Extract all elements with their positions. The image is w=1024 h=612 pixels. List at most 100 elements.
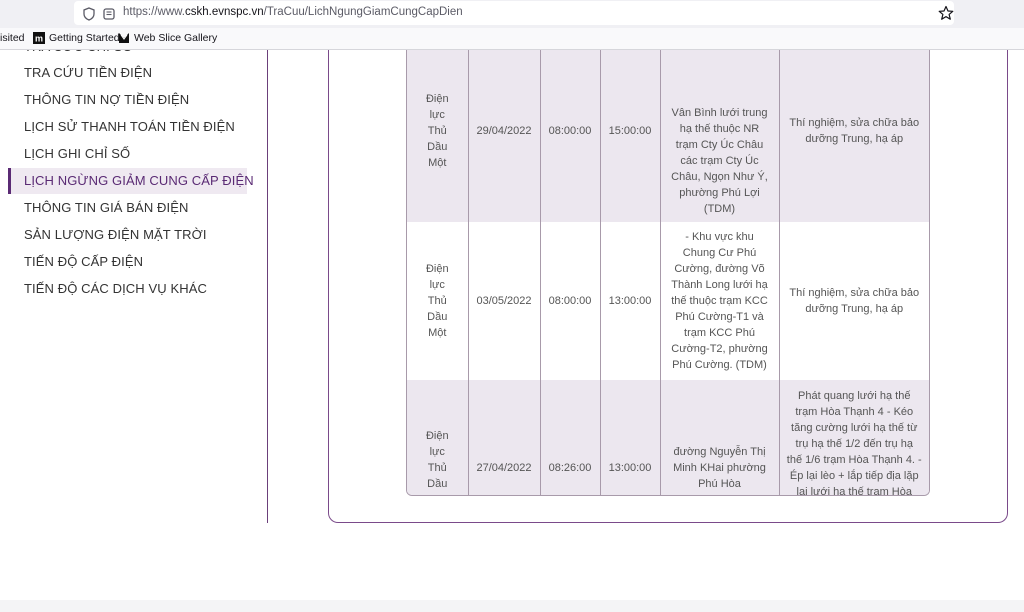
cell-area: Vân Bình lưới trung hạ thế thuộc NR trạm C… (659, 50, 779, 222)
url-path: /TraCuu/LichNgungGiamCungCapDien (263, 6, 463, 18)
sidebar-item-tien-do-dich-vu[interactable]: TIẾN ĐỘ CÁC DỊCH VỤ KHÁC (8, 276, 247, 302)
url-text[interactable]: https://www.cskh.evnspc.vn/TraCuu/LichNg… (123, 6, 463, 18)
cell-date: 29/04/2022 (467, 50, 540, 222)
cell-line: Thủ (427, 125, 447, 137)
cell-line: phường Phú Lợi (679, 187, 760, 199)
cell-line: Một (428, 327, 447, 339)
sidebar-item-tien-do-cap-dien[interactable]: TIẾN ĐỘ CẤP ĐIỆN (8, 249, 247, 275)
cell-line: Điện (425, 429, 449, 442)
cell-end-time: 13:00:00 (599, 380, 660, 495)
multiline: Vân Bình lưới trung hạ thế thuộc NR trạm C… (667, 105, 773, 217)
sidebar-item-dien-mat-troi[interactable]: SẢN LƯỢNG ĐIỆN MẶT TRỜI (8, 222, 247, 248)
cell-line: Cường-T2, phường (671, 343, 768, 355)
url-prefix: https://www. (123, 6, 185, 18)
cell-line: trụ hạ thế 1/2 đến trụ hạ (795, 437, 913, 450)
cell-area: đường Nguyễn Thị Minh KHai phường Phú Hòa (659, 380, 779, 495)
multiline: - Khu vực khu Chung Cư Phú Cường, đường Võ… (667, 229, 773, 373)
cell-line: Châu, Ngọn Như Ý, (671, 171, 768, 183)
multiline: Phát quang lưới hạ thế trạm Hòa Thạnh 4 -… (786, 388, 924, 496)
browser-toolbar: https://www.cskh.evnspc.vn/TraCuu/LichNg… (0, 0, 1024, 28)
bookmark-star-icon[interactable] (938, 5, 954, 21)
cell-line: dưỡng Trung, hạ áp (805, 303, 904, 315)
shield-icon[interactable] (82, 7, 96, 21)
multiline: Điện lực Thủ Dầu Một (413, 91, 462, 171)
footer-band (0, 600, 1024, 612)
cell-line: Điện (425, 263, 449, 275)
multiline: Thí nghiệm, sửa chữa bảo dưỡng Trung, hạ … (786, 285, 924, 317)
cell-line: Thí nghiệm, sửa chữa bảo (789, 117, 920, 129)
sidebar-item-tra-cuu-chi-so[interactable]: TRA CỨU CHỈ SỐ (8, 50, 247, 60)
bookmark-label: Web Slice Gallery (134, 32, 218, 44)
sidebar-item-gia-ban-dien[interactable]: THÔNG TIN GIÁ BÁN ĐIỆN (8, 195, 247, 221)
multiline: Điện lực Thủ Dầu Một (413, 428, 462, 496)
cell-line: Phát quang lưới hạ thế (798, 389, 911, 402)
outage-schedule-table: Điện lực Thủ Dầu Một 29/04/2022 08:00:00 15:… (406, 50, 930, 496)
mdn-logo-icon: m (33, 32, 45, 44)
cell-line: Một (428, 157, 447, 169)
cell-line: Vân Bình lưới trung (671, 107, 768, 119)
cell-start-time: 08:00:00 (539, 50, 600, 222)
cell-line: Ép lại lèo + lắp tiếp địa lặp (789, 469, 919, 482)
cell-line: - Khu vực khu (685, 231, 754, 243)
cell-line: Thành Long lưới hạ (671, 279, 768, 291)
cell-reason: Thí nghiệm, sửa chữa bảo dưỡng Trung, hạ … (778, 222, 929, 380)
cell-line: (TDM) (703, 203, 736, 215)
web-slice-icon (119, 33, 129, 43)
cell-line: hạ thế thuộc NR (679, 123, 760, 135)
cell-start-time: 08:00:00 (539, 222, 600, 380)
cell-line: lại lưới hạ thế trạm Hòa (796, 485, 912, 496)
cell-line: Phú Cường. (TDM) (672, 359, 767, 371)
table-row: Điện lực Thủ Dầu Một 29/04/2022 08:00:00 15:… (407, 50, 929, 222)
cell-line: Thủ (427, 295, 447, 307)
cell-unit: Điện lực Thủ Dầu Một (407, 50, 468, 222)
table-row: Điện lực Thủ Dầu Một 03/05/2022 08:00:00 13:… (407, 222, 929, 380)
sidebar-item-lich-su-thanh-toan[interactable]: LỊCH SỬ THANH TOÁN TIỀN ĐIỆN (8, 114, 247, 140)
bookmark-most-visited[interactable]: isited (0, 32, 25, 44)
cell-line: đường Nguyễn Thị (673, 445, 766, 458)
cell-reason: Phát quang lưới hạ thế trạm Hòa Thạnh 4 -… (778, 380, 929, 496)
cell-line: dưỡng Trung, hạ áp (805, 133, 904, 145)
cell-date: 27/04/2022 (467, 380, 540, 495)
cell-unit: Điện lực Thủ Dầu Một (407, 222, 468, 380)
cell-line: các trạm Cty Úc (680, 155, 759, 167)
cell-line: Phú Cường-T1 và (675, 311, 764, 323)
multiline: Điện lực Thủ Dầu Một (413, 261, 462, 341)
cell-end-time: 13:00:00 (599, 222, 660, 380)
cell-line: Cường, đường Võ (674, 263, 765, 275)
multiline: Thí nghiệm, sửa chữa bảo dưỡng Trung, hạ … (786, 115, 924, 147)
url-host: cskh.evnspc.vn (185, 6, 264, 18)
multiline: đường Nguyễn Thị Minh KHai phường Phú Hòa (667, 444, 773, 492)
bookmarks-bar: isited m Getting Started Web Slice Galle… (0, 28, 1024, 50)
cell-line: trạm Hòa Thạnh 4 - Kéo (795, 405, 914, 418)
cell-reason: Thí nghiệm, sửa chữa bảo dưỡng Trung, hạ … (778, 50, 929, 222)
page-info-icon[interactable] (102, 7, 116, 21)
cell-area: - Khu vực khu Chung Cư Phú Cường, đường Võ… (659, 222, 779, 380)
address-bar[interactable]: https://www.cskh.evnspc.vn/TraCuu/LichNg… (74, 1, 954, 25)
bookmark-label: isited (0, 32, 25, 44)
bookmark-getting-started[interactable]: m Getting Started (33, 32, 120, 44)
bookmark-web-slice-gallery[interactable]: Web Slice Gallery (118, 32, 217, 44)
cell-line: Thủ (427, 461, 447, 474)
sidebar-item-lich-ngung-giam[interactable]: LỊCH NGỪNG GIẢM CUNG CẤP ĐIỆN (8, 168, 254, 194)
cell-line: lực (429, 109, 445, 121)
cell-line: trạm Cty Úc Châu (675, 139, 764, 151)
page-content: TRA CỨU CHỈ SỐ TRA CỨU TIỀN ĐIỆN THÔNG T… (0, 50, 1024, 612)
cell-line: Minh KHai phường (673, 461, 766, 474)
cell-line: tăng cường lưới hạ thế từ (791, 421, 918, 434)
cell-unit: Điện lực Thủ Dầu Một (407, 380, 468, 496)
cell-line: thế 1/6 trạm Hòa Thạnh 4. - (786, 453, 922, 466)
cell-end-time: 15:00:00 (599, 50, 660, 222)
sidebar-item-lich-ghi-chi-so[interactable]: LỊCH GHI CHỈ SỐ (8, 141, 247, 167)
cell-line: Một (413, 492, 462, 496)
table-row: Điện lực Thủ Dầu Một 27/04/2022 08:26:00 13:… (407, 380, 929, 496)
sidebar-item-tra-cuu-tien-dien[interactable]: TRA CỨU TIỀN ĐIỆN (8, 60, 247, 86)
cell-line: lực (429, 445, 445, 458)
cell-line: lực (429, 279, 445, 291)
cell-line: Dầu (427, 141, 448, 153)
cell-line: Thí nghiệm, sửa chữa bảo (789, 287, 920, 299)
cell-line: Dầu (427, 477, 448, 490)
cell-date: 03/05/2022 (467, 222, 540, 380)
cell-line: trạm KCC Phú (684, 327, 755, 339)
cell-start-time: 08:26:00 (539, 380, 600, 495)
sidebar-item-thong-tin-no[interactable]: THÔNG TIN NỢ TIỀN ĐIỆN (8, 87, 247, 113)
